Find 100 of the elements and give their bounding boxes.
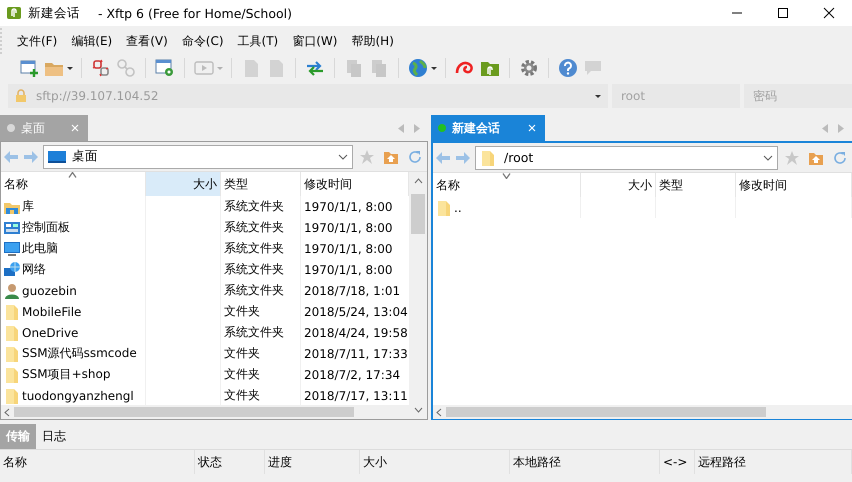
folder-icon bbox=[4, 346, 20, 362]
folder-icon bbox=[436, 200, 452, 216]
column-header[interactable]: <-> bbox=[660, 450, 695, 474]
file-name[interactable]: tuodongyanzhengl bbox=[22, 388, 134, 402]
lock-icon bbox=[14, 89, 28, 103]
maximize-icon[interactable] bbox=[777, 7, 789, 19]
vertical-scrollbar[interactable] bbox=[409, 172, 427, 419]
window-title: 新建会话 bbox=[28, 4, 80, 22]
folder-icon bbox=[4, 304, 20, 320]
menu-item[interactable]: 文件(F) bbox=[11, 32, 64, 50]
column-header[interactable]: 大小 bbox=[581, 173, 656, 197]
horizontal-scrollbar[interactable] bbox=[1, 405, 409, 419]
menu-item[interactable]: 查看(V) bbox=[120, 32, 174, 50]
file-type: 系统文件夹 bbox=[224, 282, 284, 299]
app-logo-icon bbox=[6, 5, 22, 21]
modified-time: 2018/7/11, 17:33 bbox=[304, 346, 408, 360]
file-type: 系统文件夹 bbox=[224, 324, 284, 341]
folder-icon bbox=[4, 324, 20, 340]
column-header[interactable]: 类型 bbox=[656, 173, 736, 197]
scroll-left-icon[interactable] bbox=[4, 408, 10, 416]
modified-time: 2018/4/24, 19:58 bbox=[304, 326, 408, 340]
modified-time: 1970/1/1, 8:00 bbox=[304, 262, 392, 276]
app-title: - Xftp 6 (Free for Home/School) bbox=[98, 6, 294, 20]
scrollbar-thumb[interactable] bbox=[14, 407, 354, 417]
globe-icon[interactable] bbox=[407, 57, 437, 79]
horizontal-scrollbar[interactable] bbox=[433, 405, 852, 419]
caret-icon[interactable] bbox=[594, 92, 602, 100]
column-header[interactable]: 本地路径 bbox=[510, 450, 660, 474]
modified-time: 2018/7/18, 1:01 bbox=[304, 284, 400, 298]
file-name[interactable]: 此电脑 bbox=[22, 240, 58, 257]
scroll-right-icon[interactable] bbox=[838, 124, 844, 133]
file-type: 文件夹 bbox=[224, 366, 260, 383]
column-header[interactable]: 修改时间 bbox=[736, 173, 852, 197]
folder-icon bbox=[4, 366, 20, 382]
network-icon bbox=[4, 262, 20, 278]
close-icon[interactable] bbox=[823, 7, 835, 19]
back-icon[interactable] bbox=[435, 150, 451, 164]
menu-item[interactable]: 窗口(W) bbox=[286, 32, 344, 50]
column-header[interactable]: 名称 bbox=[433, 173, 581, 197]
chevron-icon[interactable] bbox=[338, 152, 348, 160]
modified-time: 1970/1/1, 8:00 bbox=[304, 242, 392, 256]
menu-item[interactable]: 帮助(H) bbox=[345, 32, 400, 50]
file-type: 系统文件夹 bbox=[224, 240, 284, 257]
control-panel-icon bbox=[4, 220, 20, 236]
menu-item[interactable]: 工具(T) bbox=[232, 32, 284, 50]
computer-icon bbox=[4, 240, 20, 256]
file-name[interactable]: .. bbox=[454, 200, 462, 214]
column-header[interactable]: 远程路径 bbox=[695, 450, 852, 474]
star-icon[interactable] bbox=[359, 148, 375, 164]
file-name[interactable]: 控制面板 bbox=[22, 219, 70, 236]
file-name[interactable]: 网络 bbox=[22, 261, 46, 278]
back-icon[interactable] bbox=[3, 150, 19, 164]
modified-time: 2018/7/17, 13:11 bbox=[304, 388, 408, 402]
file-name[interactable]: MobileFile bbox=[22, 304, 82, 318]
path-field[interactable]: /root bbox=[475, 146, 778, 170]
modified-time: 1970/1/1, 8:00 bbox=[304, 220, 392, 234]
scrollbar-thumb[interactable] bbox=[411, 194, 425, 234]
scroll-down-icon[interactable] bbox=[414, 407, 422, 413]
column-header[interactable]: 进度 bbox=[265, 450, 360, 474]
refresh-icon[interactable] bbox=[832, 150, 848, 166]
folder-icon bbox=[4, 388, 20, 404]
modified-time: 2018/7/2, 17:34 bbox=[304, 368, 400, 382]
column-header[interactable]: 名称 bbox=[0, 450, 195, 474]
user-icon bbox=[4, 282, 20, 298]
star-icon[interactable] bbox=[784, 150, 800, 166]
file-type: 系统文件夹 bbox=[224, 261, 284, 278]
panel-tab[interactable]: 日志 bbox=[36, 424, 72, 449]
file-type: 文件夹 bbox=[224, 387, 260, 404]
column-header[interactable]: 大小 bbox=[146, 172, 221, 196]
file-type: 文件夹 bbox=[224, 345, 260, 362]
forward-icon[interactable] bbox=[455, 150, 471, 164]
file-name[interactable]: guozebin bbox=[22, 284, 77, 298]
file-name[interactable]: SSM项目+shop bbox=[22, 366, 110, 383]
column-header[interactable]: 类型 bbox=[221, 172, 301, 196]
settings-icon[interactable] bbox=[518, 57, 540, 79]
modified-time: 2018/5/24, 13:04 bbox=[304, 304, 408, 318]
menu-item[interactable]: 编辑(E) bbox=[65, 32, 118, 50]
scrollbar-thumb[interactable] bbox=[446, 407, 766, 417]
forward-icon[interactable] bbox=[23, 150, 39, 164]
file-name[interactable]: 库 bbox=[22, 198, 34, 215]
desktop-icon bbox=[48, 148, 66, 164]
column-header[interactable]: 状态 bbox=[195, 450, 265, 474]
scroll-up-icon[interactable] bbox=[414, 178, 422, 184]
broken-link-icon[interactable] bbox=[90, 57, 112, 79]
modified-time: 1970/1/1, 8:00 bbox=[304, 200, 392, 214]
menu-item[interactable]: 命令(C) bbox=[176, 32, 230, 50]
file-name[interactable]: SSM源代码ssmcode bbox=[22, 345, 137, 362]
file-type: 文件夹 bbox=[224, 303, 260, 320]
scroll-left-icon[interactable] bbox=[436, 408, 442, 416]
session-tab[interactable]: 新建会话 bbox=[431, 115, 545, 141]
scroll-right-icon[interactable] bbox=[414, 124, 420, 133]
refresh-icon[interactable] bbox=[407, 148, 423, 164]
file-type: 系统文件夹 bbox=[224, 198, 284, 215]
help-icon[interactable] bbox=[557, 57, 579, 79]
file-name[interactable]: OneDrive bbox=[22, 326, 78, 340]
path-field[interactable]: 桌面 bbox=[43, 144, 353, 168]
file-type: 系统文件夹 bbox=[224, 219, 284, 236]
chevron-icon[interactable] bbox=[763, 154, 773, 162]
window-gear-icon[interactable] bbox=[154, 57, 176, 79]
column-header[interactable]: 大小 bbox=[360, 450, 510, 474]
